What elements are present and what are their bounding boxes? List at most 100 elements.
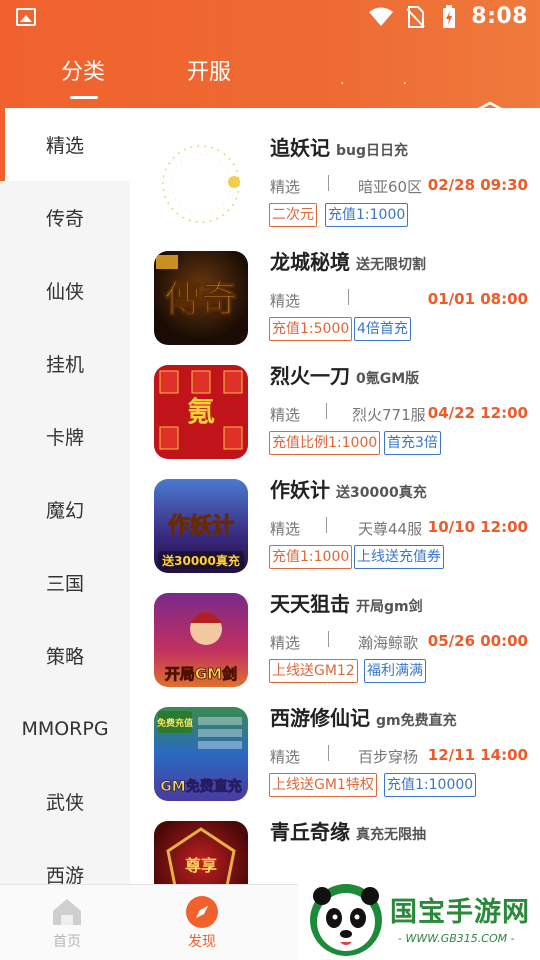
game-row[interactable]: 傳奇 龙城秘境 送无限切割 精选 01/01 08:00 充值1:5000 4倍首…	[130, 232, 540, 346]
battery-charging-icon	[437, 4, 461, 29]
divider	[326, 517, 327, 533]
game-slogan: gm免费直充	[376, 713, 457, 729]
clock: 8:08	[471, 4, 528, 29]
game-slogan: bug日日充	[336, 143, 409, 159]
game-icon: 免费充值 GM免费直充	[154, 707, 248, 801]
sidebar-item-idle[interactable]: 挂机	[0, 327, 130, 400]
sidebar-item-label: 策略	[45, 646, 84, 668]
active-indicator	[0, 108, 5, 181]
game-icon	[154, 137, 248, 231]
game-icon: 作妖计 送30000真充	[154, 479, 248, 573]
watermark: 国宝手游网 - WWW.GB315.COM -	[298, 862, 540, 960]
panda-logo-icon	[310, 884, 382, 956]
open-time: 04/22 12:00	[427, 404, 528, 422]
decorative-dots: ..	[340, 72, 465, 88]
tag-blue: 上线送充值券	[354, 545, 444, 569]
home-icon	[53, 899, 81, 925]
sidebar-item-three-kingdoms[interactable]: 三国	[0, 546, 130, 619]
game-row[interactable]: 氪 烈火一刀 0氪GM版 精选 烈火771服 04/22 12:00 充值比例1:…	[130, 346, 540, 460]
game-slogan: 真充无限抽	[356, 827, 426, 843]
sidebar-item-legend[interactable]: 传奇	[0, 181, 130, 254]
server-name: 百步穿杨	[358, 748, 419, 766]
active-tab-indicator	[70, 96, 98, 99]
tag-orange: 上线送GM1特权	[269, 773, 377, 797]
tag-orange: 充值比例1:1000	[269, 431, 381, 455]
sidebar-item-card[interactable]: 卡牌	[0, 400, 130, 473]
tag-blue: 首充3倍	[384, 431, 441, 455]
divider	[328, 631, 329, 647]
game-icon: 氪	[154, 365, 248, 459]
sidebar-item-label: 挂机	[45, 354, 84, 376]
game-slogan: 开局gm剑	[356, 599, 423, 615]
server-name: 天尊44服	[358, 520, 423, 538]
game-slogan: 送30000真充	[336, 485, 427, 501]
game-title: 烈火一刀 0氪GM版	[270, 364, 420, 388]
image-notification-icon	[16, 8, 36, 26]
tag-blue: 4倍首充	[354, 317, 411, 341]
tag-blue: 充值1:10000	[384, 773, 477, 797]
nav-discover[interactable]: 发现	[162, 893, 242, 957]
sidebar-item-label: 三国	[45, 573, 84, 595]
category-sidebar: 精选 传奇 仙侠 挂机 卡牌 魔幻 三国 策略 MMORPG 武侠 西游	[0, 108, 130, 887]
game-category: 精选	[270, 178, 301, 196]
thumb-text: 傳奇	[164, 278, 237, 320]
thumb-text: 作妖计	[168, 513, 234, 539]
game-slogan: 0氪GM版	[356, 371, 420, 387]
game-row[interactable]: 开局GM剑 天天狙击 开局gm剑 精选 瀚海鲸歌 05/26 00:00 上线送G…	[130, 574, 540, 688]
game-row[interactable]: 追妖记 bug日日充 精选 暗亚60区 02/28 09:30 二次元 充值1:1…	[130, 118, 540, 232]
game-category: 精选	[270, 406, 301, 424]
tab-category[interactable]: 分类	[61, 54, 105, 86]
tag-orange: 充值1:1000	[269, 545, 353, 569]
open-time: 02/28 09:30	[427, 176, 528, 194]
sidebar-item-featured[interactable]: 精选	[0, 108, 130, 181]
game-row[interactable]: 免费充值 GM免费直充 西游修仙记 gm免费直充 精选 百步穿杨 12/11 14…	[130, 688, 540, 802]
sidebar-item-label: 传奇	[45, 208, 84, 230]
thumb-top-text: 免费充值	[157, 717, 193, 729]
game-title: 追妖记 bug日日充	[270, 136, 409, 160]
divider	[328, 745, 329, 761]
game-category: 精选	[270, 748, 301, 766]
game-category: 精选	[270, 634, 301, 652]
divider	[326, 403, 327, 419]
game-category: 精选	[270, 292, 301, 310]
sidebar-item-xianxia[interactable]: 仙侠	[0, 254, 130, 327]
game-title: 天天狙击 开局gm剑	[270, 592, 423, 616]
game-title: 青丘奇缘 真充无限抽	[270, 820, 426, 844]
game-icon: 傳奇	[154, 251, 248, 345]
game-title: 作妖计 送30000真充	[270, 478, 427, 502]
nav-discover-label: 发现	[188, 934, 216, 950]
tab-server-open[interactable]: 开服	[187, 54, 231, 86]
nav-home[interactable]: 首页	[27, 893, 107, 957]
thumb-bottom-text: GM免费直充	[160, 778, 241, 795]
sidebar-item-fantasy[interactable]: 魔幻	[0, 473, 130, 546]
sidebar-item-label: 卡牌	[45, 427, 84, 449]
server-name: 瀚海鲸歌	[358, 634, 419, 652]
sidebar-item-label: MMORPG	[21, 717, 109, 740]
watermark-url: - WWW.GB315.COM -	[398, 932, 515, 945]
nav-home-label: 首页	[53, 934, 81, 950]
game-title: 西游修仙记 gm免费直充	[270, 706, 457, 730]
status-right: 8:08	[369, 4, 528, 29]
compass-icon	[186, 896, 218, 928]
sidebar-item-mmorpg[interactable]: MMORPG	[0, 692, 130, 765]
divider	[328, 175, 329, 191]
game-icon: 尊享	[154, 821, 248, 884]
tag-orange: 充值1:5000	[269, 317, 353, 341]
divider	[348, 289, 349, 305]
tag-blue: 充值1:1000	[325, 203, 409, 227]
watermark-name: 国宝手游网	[390, 897, 530, 928]
open-time: 10/10 12:00	[427, 518, 528, 536]
game-row[interactable]: 作妖计 送30000真充 作妖计 送30000真充 精选 天尊44服 10/10 …	[130, 460, 540, 574]
sidebar-item-wuxia[interactable]: 武侠	[0, 765, 130, 838]
sidebar-item-strategy[interactable]: 策略	[0, 619, 130, 692]
server-name: 烈火771服	[352, 406, 426, 424]
thumb-bottom-text: 送30000真充	[161, 553, 240, 568]
top-tabs: 分类 开服 ..	[0, 48, 540, 134]
game-list: 追妖记 bug日日充 精选 暗亚60区 02/28 09:30 二次元 充值1:1…	[130, 108, 540, 884]
thumb-text: 氪	[187, 395, 215, 428]
game-slogan: 送无限切割	[356, 257, 426, 273]
thumb-text: 开局GM剑	[165, 665, 237, 683]
status-bar: 8:08	[0, 0, 540, 36]
sidebar-item-label: 仙侠	[45, 281, 84, 303]
open-time: 01/01 08:00	[427, 290, 528, 308]
